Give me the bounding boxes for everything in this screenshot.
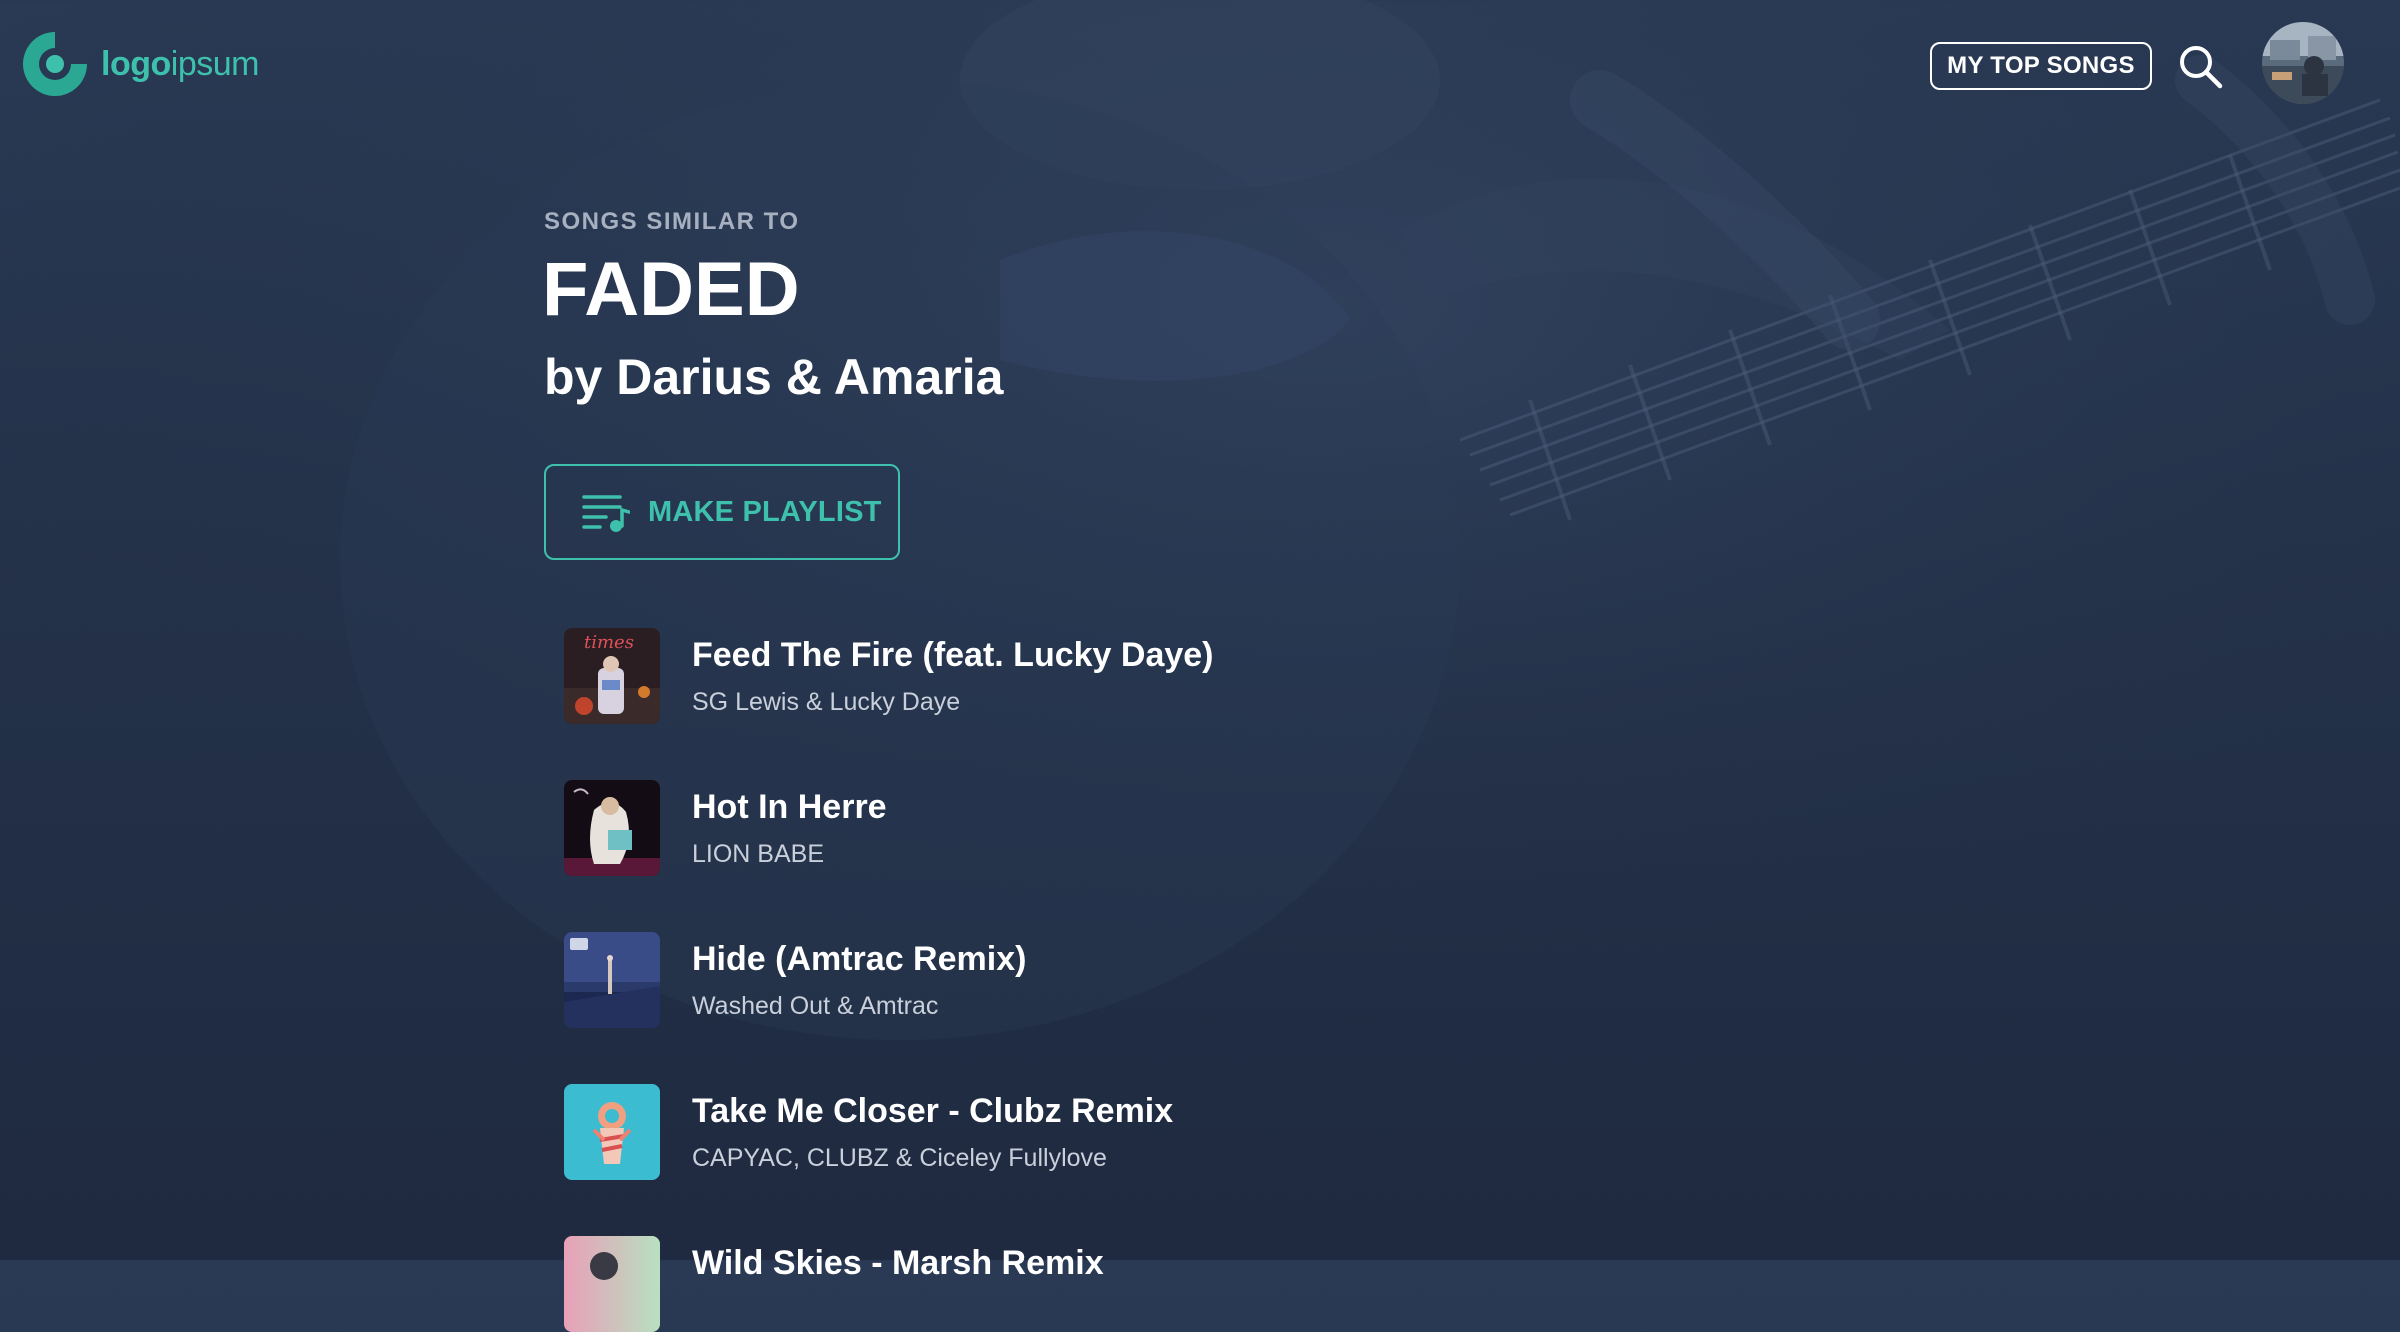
page-title: FADED — [542, 247, 800, 332]
album-cover-art — [564, 1084, 660, 1180]
logo-mark-icon — [23, 32, 87, 96]
album-cover — [564, 932, 660, 1028]
song-artist: SG Lewis & Lucky Daye — [692, 688, 961, 716]
album-cover-art: times — [564, 628, 660, 724]
search-icon — [2180, 46, 2223, 89]
song-title: Wild Skies - Marsh Remix — [692, 1244, 1104, 1282]
album-cover — [564, 1084, 660, 1180]
album-cover-art — [564, 780, 660, 876]
song-artist: LION BABE — [692, 840, 824, 868]
page-subtitle-artist: by Darius & Amaria — [544, 349, 1004, 405]
song-title: Hot In Herre — [692, 788, 887, 826]
album-cover — [564, 780, 660, 876]
top-header: logoipsum MY TOP SONGS — [0, 0, 2400, 130]
song-row[interactable]: Hide (Amtrac Remix) Washed Out & Amtrac — [564, 932, 1664, 1028]
song-row[interactable]: Take Me Closer - Clubz Remix CAPYAC, CLU… — [564, 1084, 1664, 1180]
logo-text: logoipsum — [101, 45, 259, 84]
make-playlist-button[interactable]: MAKE PLAYLIST — [544, 464, 900, 560]
my-top-songs-button[interactable]: MY TOP SONGS — [1930, 42, 2152, 90]
song-row[interactable]: Wild Skies - Marsh Remix — [564, 1236, 1664, 1332]
album-cover-art — [564, 932, 660, 1028]
song-title: Hide (Amtrac Remix) — [692, 940, 1027, 978]
logo-text-light: ipsum — [170, 44, 260, 83]
search-button[interactable] — [2176, 42, 2224, 90]
album-cover-art — [564, 1236, 660, 1332]
user-avatar[interactable] — [2262, 22, 2344, 104]
song-artist: CAPYAC, CLUBZ & Ciceley Fullylove — [692, 1144, 1107, 1172]
song-artist: Washed Out & Amtrac — [692, 992, 939, 1020]
album-cover — [564, 1236, 660, 1332]
avatar-photo — [2262, 22, 2344, 104]
logo-text-bold: logo — [101, 44, 171, 83]
song-title: Feed The Fire (feat. Lucky Daye) — [692, 636, 1214, 674]
logo[interactable]: logoipsum — [19, 28, 259, 100]
playlist-music-icon — [582, 495, 630, 532]
song-row[interactable]: times Feed The Fire (feat. Lucky Daye) S… — [564, 628, 1664, 724]
songs-similar-eyebrow: SONGS SIMILAR TO — [544, 208, 800, 235]
album-cover: times — [564, 628, 660, 724]
song-row[interactable]: Hot In Herre LION BABE — [564, 780, 1664, 876]
album-cover-text: times — [584, 632, 634, 653]
make-playlist-label: MAKE PLAYLIST — [648, 495, 882, 528]
song-title: Take Me Closer - Clubz Remix — [692, 1092, 1174, 1130]
